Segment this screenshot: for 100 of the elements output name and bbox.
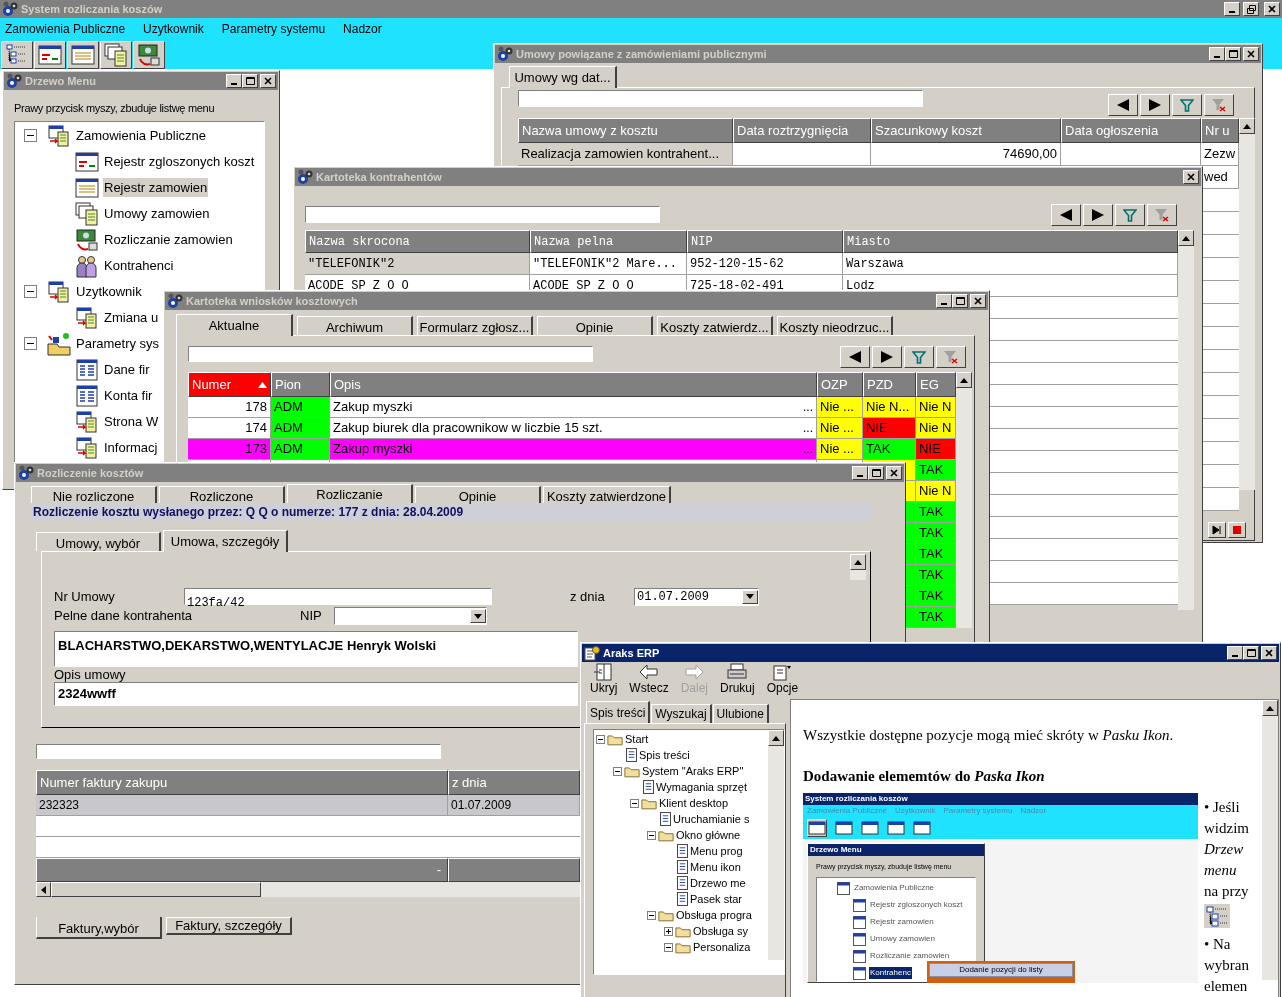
tab[interactable]: Formularz zgłosz... xyxy=(417,316,533,335)
tab[interactable]: Umowy wg dat... xyxy=(509,66,617,88)
dropdown-button[interactable] xyxy=(470,609,486,623)
contractor-field[interactable]: BLACHARSTWO,DEKARSTWO,WENTYLACJE Henryk Wolski xyxy=(54,631,578,667)
next-button[interactable] xyxy=(872,346,902,368)
tab[interactable]: Faktury, szczegóły xyxy=(166,917,292,935)
next-button[interactable] xyxy=(1140,94,1170,116)
tree-item[interactable]: Strona W xyxy=(103,411,160,432)
minimize-button[interactable] xyxy=(1209,47,1225,61)
tab[interactable]: Spis treści xyxy=(586,701,651,723)
column-header[interactable]: EG xyxy=(916,372,956,397)
column-header[interactable]: Data ogłoszenia xyxy=(1061,118,1201,143)
tab[interactable]: Umowy, wybór xyxy=(36,532,161,551)
close-button[interactable] xyxy=(1261,646,1277,660)
toolbar-button[interactable] xyxy=(34,40,66,69)
description-field[interactable]: 2324wwff xyxy=(54,682,578,706)
tree-item[interactable]: Umowy zamowien xyxy=(103,203,211,224)
column-header[interactable]: Miasto xyxy=(843,230,1178,253)
scrollbar[interactable] xyxy=(850,554,866,580)
collapse-icon[interactable] xyxy=(613,766,622,776)
column-header[interactable]: Szacunkowy koszt xyxy=(871,118,1061,143)
toolbar-button[interactable]: Drukuj xyxy=(718,662,757,695)
column-header[interactable]: Data roztrzygnięcia xyxy=(733,118,871,143)
scrollbar[interactable] xyxy=(1239,118,1255,490)
close-button[interactable] xyxy=(1183,170,1199,184)
scrollbar[interactable] xyxy=(956,372,972,628)
column-header[interactable]: OZP xyxy=(817,372,863,397)
toolbar-button[interactable]: Wstecz xyxy=(627,662,671,695)
column-header[interactable]: Nr u xyxy=(1201,118,1239,143)
column-header[interactable]: Nazwa skrocona xyxy=(305,230,530,253)
tree-item[interactable]: Uzytkownik xyxy=(75,281,143,302)
input-field[interactable] xyxy=(518,90,923,107)
tree-item[interactable]: Drzewo me xyxy=(690,874,746,892)
previous-button[interactable] xyxy=(1051,204,1081,226)
clear-filter-button[interactable] xyxy=(936,346,966,368)
tree-item[interactable]: Obsługa sy xyxy=(693,922,749,940)
minimize-button[interactable] xyxy=(852,466,868,480)
tab[interactable]: Umowa, szczegóły xyxy=(163,530,288,552)
tree-item[interactable]: Spis treści xyxy=(639,746,690,764)
close-button[interactable] xyxy=(886,466,902,480)
close-button[interactable] xyxy=(1264,2,1280,16)
more-button[interactable]: ... xyxy=(803,401,813,413)
input-field[interactable] xyxy=(36,744,441,759)
tree-item[interactable]: Rejestr zgloszonych koszt xyxy=(103,151,256,172)
menu-item[interactable]: Parametry systemu xyxy=(218,20,329,38)
close-button[interactable] xyxy=(970,294,986,308)
collapse-icon[interactable] xyxy=(24,285,37,298)
maximize-button[interactable] xyxy=(868,466,884,480)
toolbar-button[interactable] xyxy=(1,40,33,69)
close-button[interactable] xyxy=(260,74,276,88)
collapse-icon[interactable] xyxy=(24,337,37,350)
filter-button[interactable] xyxy=(904,346,934,368)
toolbar-button[interactable] xyxy=(67,40,99,69)
column-header[interactable]: Pion xyxy=(271,372,330,397)
table-row[interactable]: 232323 01.07.2009 xyxy=(36,795,580,816)
column-header[interactable]: z dnia xyxy=(448,770,580,795)
clear-filter-button[interactable] xyxy=(1147,204,1177,226)
tree-item[interactable]: Pasek star xyxy=(690,890,742,908)
tree-item[interactable]: Menu ikon xyxy=(690,858,741,876)
tree-item[interactable]: Klient desktop xyxy=(659,794,729,812)
column-header[interactable]: NIP xyxy=(687,230,843,253)
contract-number-field[interactable]: 123fa/42 xyxy=(184,588,492,605)
tree-item[interactable]: Obsługa progra xyxy=(676,906,752,924)
tab[interactable]: Aktualne xyxy=(176,314,293,336)
toolbar-button[interactable]: Ukryj xyxy=(588,662,620,695)
tab[interactable]: Ulubione xyxy=(712,704,769,723)
minimize-button[interactable] xyxy=(226,74,242,88)
highlighted-row[interactable]: 173 ADM Zakup myszki ... Nie ... TAK NIE xyxy=(188,439,956,460)
tab[interactable]: Opinie xyxy=(537,316,653,335)
stop-button[interactable] xyxy=(1228,522,1246,538)
tree-item[interactable]: Dane fir xyxy=(103,359,151,380)
tree-item[interactable]: Wymagania sprzęt xyxy=(656,778,747,796)
scrollbar[interactable] xyxy=(768,730,784,960)
tree-item[interactable]: Menu prog xyxy=(690,842,743,860)
maximize-button[interactable] xyxy=(242,74,258,88)
tree-item[interactable]: Konta fir xyxy=(103,385,154,406)
input-field[interactable] xyxy=(188,346,593,362)
nip-dropdown[interactable] xyxy=(334,607,487,625)
tree-item[interactable]: Uruchamianie s xyxy=(673,810,750,828)
collapse-icon[interactable] xyxy=(596,734,605,744)
date-dropdown[interactable]: 01.07.2009 xyxy=(634,587,759,606)
tree-item[interactable]: Zmiana u xyxy=(103,307,160,328)
maximize-button[interactable] xyxy=(1243,646,1259,660)
column-header[interactable]: Numer xyxy=(188,372,271,397)
minimize-button[interactable] xyxy=(1227,646,1243,660)
dropdown-button[interactable] xyxy=(742,589,758,604)
tree-item[interactable]: Rejestr zamowien xyxy=(103,177,209,198)
minimize-button[interactable] xyxy=(936,294,952,308)
filter-button[interactable] xyxy=(1115,204,1145,226)
column-header[interactable]: Numer faktury zakupu xyxy=(36,770,448,795)
maximize-button[interactable] xyxy=(1225,47,1241,61)
column-header[interactable]: Opis xyxy=(330,372,817,397)
more-button[interactable]: ... xyxy=(803,422,813,434)
tree-item[interactable]: Rozliczanie zamowien xyxy=(103,229,234,250)
previous-button[interactable] xyxy=(840,346,870,368)
tree-item[interactable]: Okno główne xyxy=(676,826,741,844)
collapse-icon[interactable] xyxy=(630,798,639,808)
collapse-icon[interactable] xyxy=(664,942,673,952)
tree-item[interactable]: Informacj xyxy=(103,437,159,458)
next-button[interactable] xyxy=(1083,204,1113,226)
